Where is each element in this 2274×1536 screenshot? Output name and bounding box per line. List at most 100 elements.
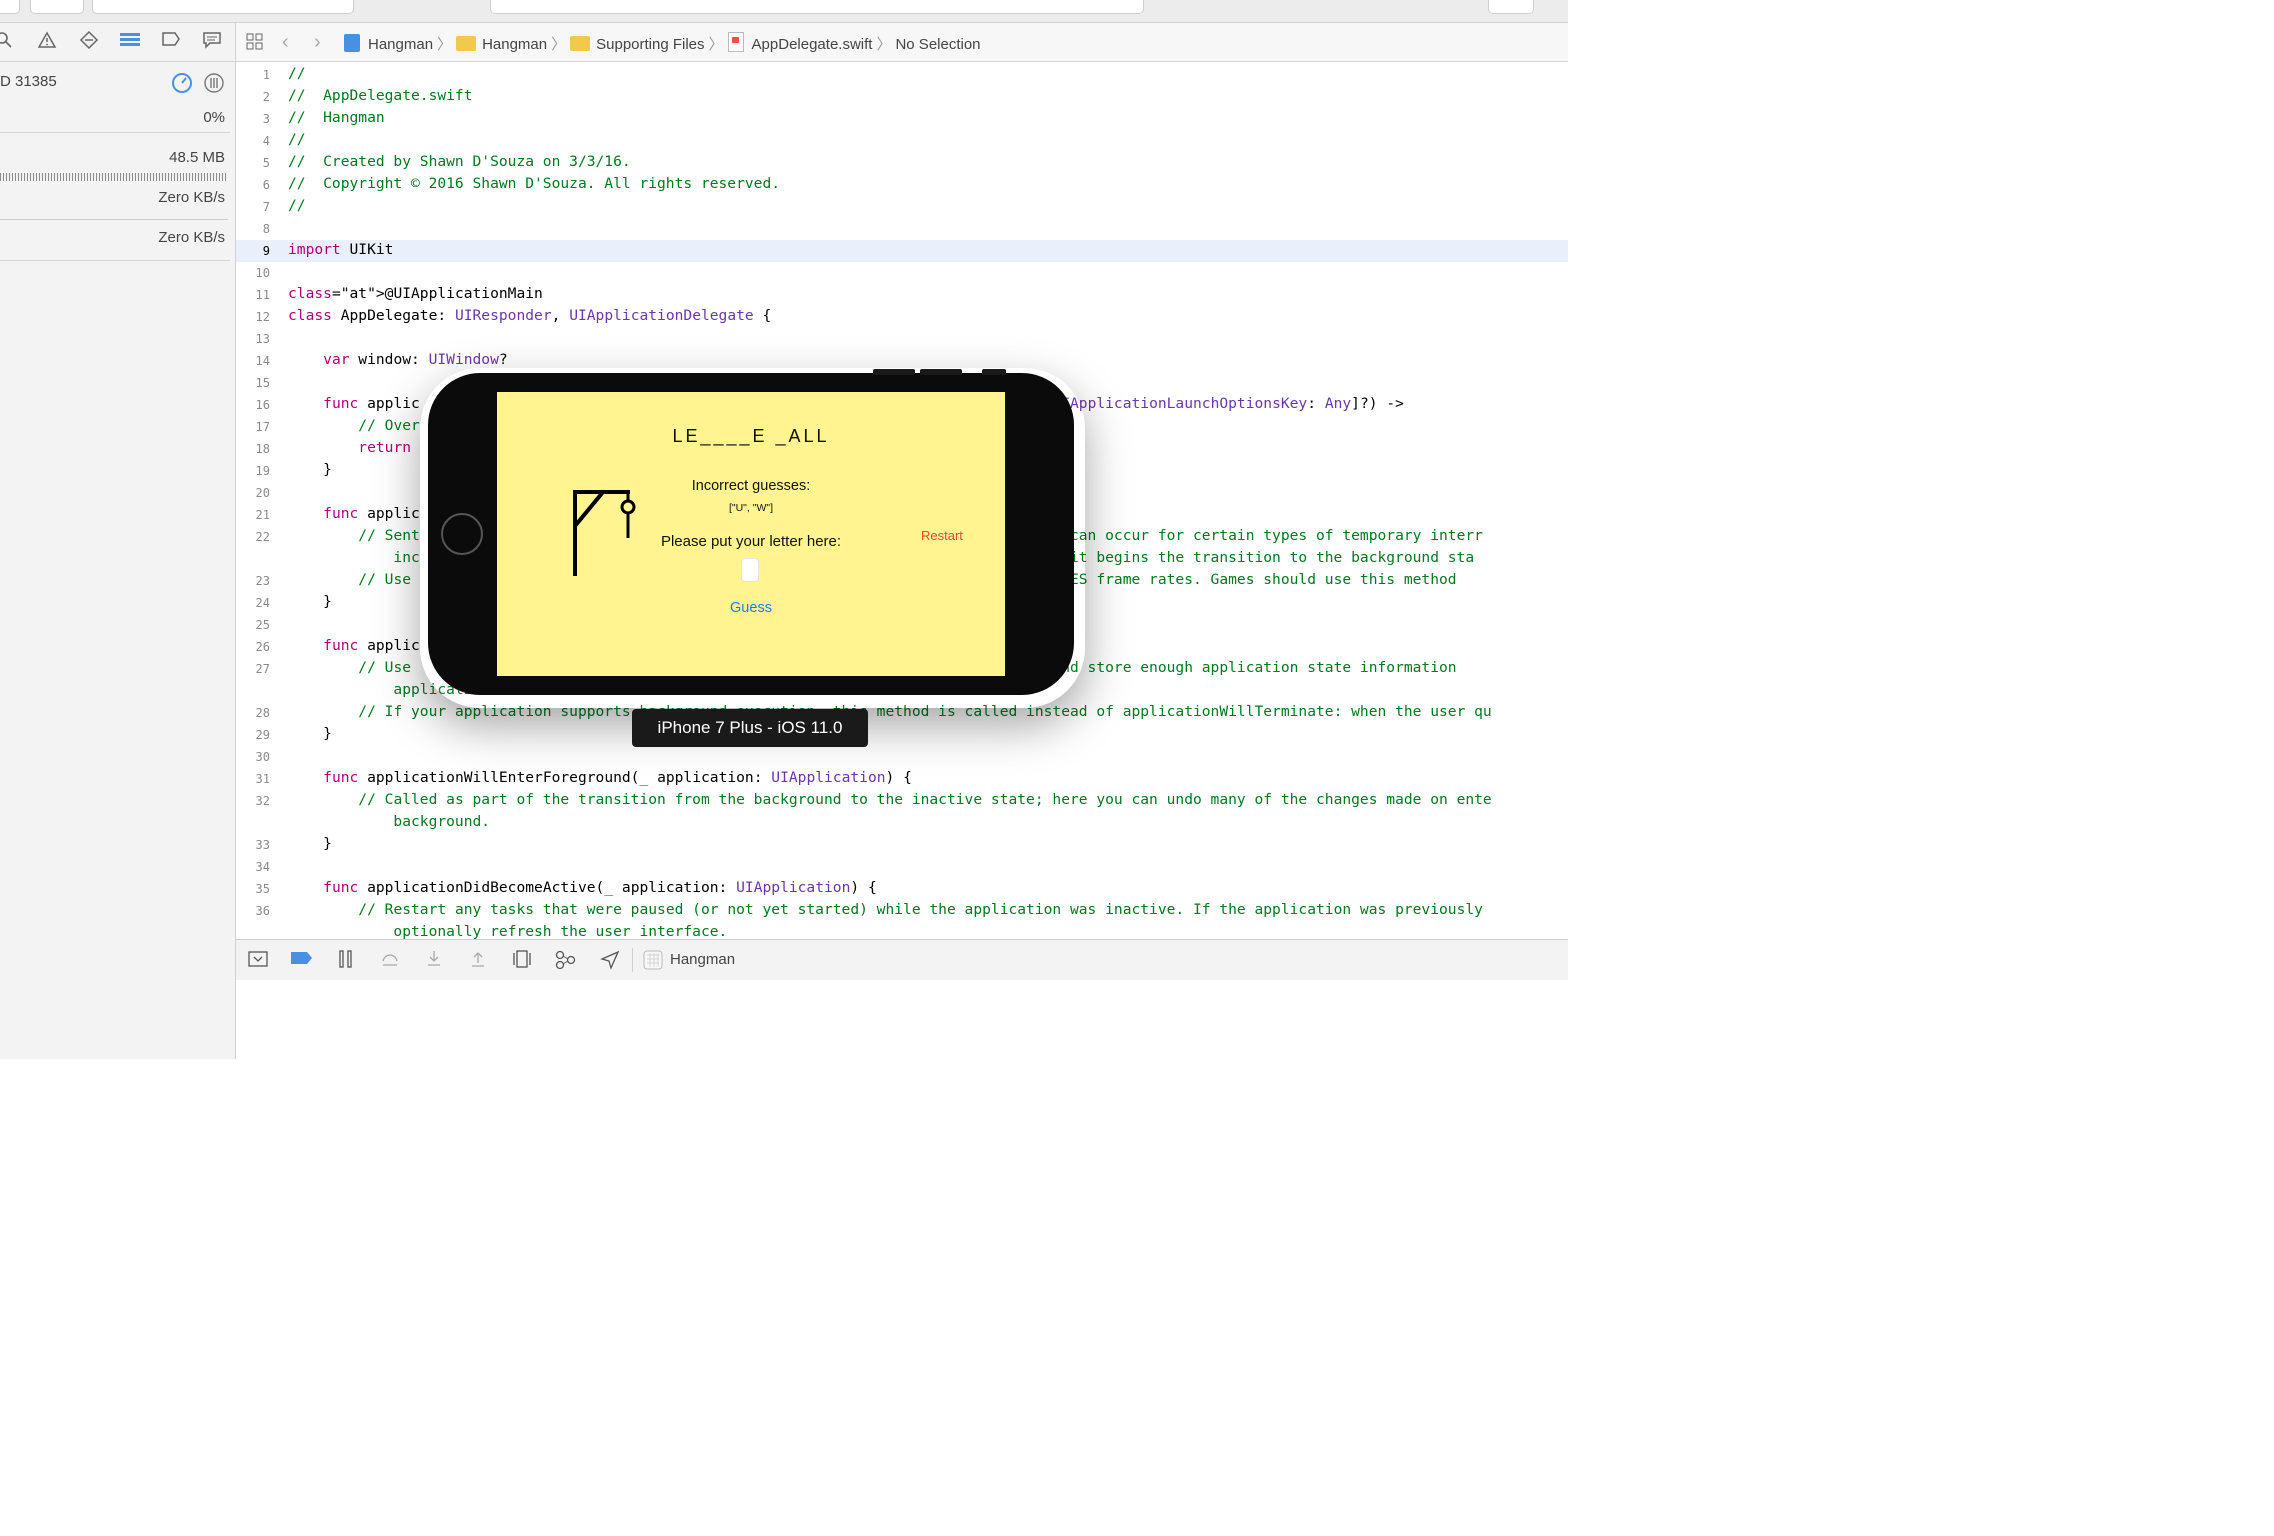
code-line: // Over [358, 417, 420, 434]
line-number: 21 [255, 508, 270, 522]
divider [0, 132, 230, 133]
home-button[interactable] [441, 513, 483, 555]
step-into-icon[interactable] [423, 950, 445, 970]
debug-navigator: D 31385 0% 48.5 MB Zero KB/s Zero KB/s [0, 23, 236, 1059]
report-navigator-icon[interactable] [200, 31, 224, 53]
line-number: 1 [262, 68, 270, 82]
line-number: 33 [255, 838, 270, 852]
divider [0, 260, 230, 261]
breadcrumb-file[interactable]: AppDelegate.swift [727, 32, 872, 53]
line-number: 6 [262, 178, 270, 192]
stop-button[interactable] [0, 0, 20, 14]
simulator-device-label: iPhone 7 Plus - iOS 11.0 [632, 709, 868, 747]
test-diamond-icon[interactable] [77, 30, 101, 53]
line-number: 15 [255, 376, 270, 390]
step-out-icon[interactable] [467, 950, 489, 970]
line-number: 35 [255, 882, 270, 896]
volume-button [873, 369, 915, 375]
restart-button[interactable]: Restart [921, 528, 963, 543]
line-number: 19 [255, 464, 270, 478]
code-line: func applic [323, 505, 420, 522]
code-line: // [288, 131, 306, 148]
code-line: } [288, 461, 332, 478]
run-button[interactable] [30, 0, 84, 14]
line-number: 8 [262, 222, 270, 236]
breakpoint-navigator-icon[interactable] [159, 31, 183, 53]
code-line: } [288, 835, 332, 852]
debug-navigator-icon[interactable] [118, 31, 142, 53]
related-items-grid-icon[interactable] [246, 33, 264, 56]
simulator-device: LE____E _ALL Incorrect guesses: ["U", "W… [428, 369, 1074, 695]
line-number: 22 [255, 530, 270, 544]
code-line: class AppDelegate: UIResponder, UIApplic… [288, 307, 772, 324]
mute-switch [982, 369, 1006, 375]
code-line: // Called as part of the transition from… [358, 791, 1492, 808]
guess-button[interactable]: Guess [497, 600, 1005, 616]
disk-graph [0, 219, 228, 220]
line-number: 14 [255, 354, 270, 368]
breadcrumb-group[interactable]: Hangman [456, 36, 547, 53]
hide-debug-area-icon[interactable] [247, 950, 269, 970]
swift-file-icon [727, 32, 744, 52]
debug-console-area[interactable] [236, 980, 1568, 1059]
code-line: // Hangman [288, 109, 385, 126]
line-number: 32 [255, 794, 270, 808]
memory-graph-icon[interactable] [555, 950, 577, 970]
code-line: } [288, 725, 332, 742]
search-icon[interactable] [0, 31, 16, 53]
incorrect-guesses-list: ["U", "W"] [728, 502, 774, 514]
volume-button [920, 369, 962, 375]
back-chevron-icon[interactable]: ‹ [282, 31, 289, 54]
code-line: // [288, 65, 306, 82]
code-line: return [358, 439, 412, 456]
code-line: func applicationWillEnterForeground(_ ap… [323, 769, 912, 786]
step-over-icon[interactable] [379, 950, 401, 970]
breadcrumb: Hangman 〉 Hangman 〉 Supporting Files 〉 AppDele… [344, 32, 981, 54]
project-icon [344, 34, 360, 52]
cpu-value: 0% [203, 109, 225, 126]
line-number: 24 [255, 596, 270, 610]
threads-icon [203, 72, 225, 98]
line-number: 30 [255, 750, 270, 764]
line-number: 9 [262, 244, 270, 258]
code-line: } [288, 593, 332, 610]
debug-bar: Hangman [236, 939, 1568, 981]
line-number: 26 [255, 640, 270, 654]
editor-mode-button[interactable] [1488, 0, 1534, 14]
breadcrumb-separator: 〉 [708, 36, 724, 53]
breadcrumb-supporting-files[interactable]: Supporting Files [570, 36, 705, 53]
divider [632, 948, 633, 972]
line-number: 11 [255, 288, 270, 302]
breakpoints-toggle-icon[interactable] [290, 950, 312, 970]
letter-input[interactable] [741, 558, 759, 582]
folder-icon [570, 36, 591, 51]
gauge-icon [171, 72, 193, 98]
code-line: // Created by Shawn D'Souza on 3/3/16. [288, 153, 631, 170]
code-line: optionally refresh the user interface. [288, 923, 728, 939]
breadcrumb-project[interactable]: Hangman [344, 34, 433, 53]
line-number: 5 [262, 156, 270, 170]
code-line: // Restart any tasks that were paused (o… [358, 901, 1483, 918]
forward-chevron-icon[interactable]: › [314, 31, 321, 54]
code-line: class="at">@UIApplicationMain [288, 285, 543, 302]
line-number: 3 [262, 112, 270, 126]
line-number: 36 [255, 904, 270, 918]
debug-target-label[interactable]: Hangman [670, 951, 735, 968]
view-hierarchy-icon[interactable] [511, 950, 533, 970]
issue-warning-icon[interactable] [35, 31, 59, 53]
code-line: background. [288, 813, 491, 830]
current-line-highlight [236, 240, 1568, 262]
line-number: 31 [255, 772, 270, 786]
breadcrumb-selection[interactable]: No Selection [895, 36, 980, 53]
code-line: func applic [323, 637, 420, 654]
line-number: 18 [255, 442, 270, 456]
memory-graph [0, 173, 228, 181]
process-row[interactable]: D 31385 [0, 73, 225, 93]
window-toolbar [0, 0, 1568, 23]
scheme-selector[interactable] [92, 0, 354, 14]
code-line: var window: UIWindow? [323, 351, 508, 368]
pause-icon[interactable] [335, 950, 357, 970]
simulate-location-icon[interactable] [599, 950, 621, 970]
line-number-gutter: 1 2 3 4 5 6 7 8 9 10 11 12 13 14 15 16 17 18 19 20 21 22 23 24 2… [236, 62, 280, 939]
code-line: // Copyright © 2016 Shawn D'Souza. All r… [288, 175, 781, 192]
